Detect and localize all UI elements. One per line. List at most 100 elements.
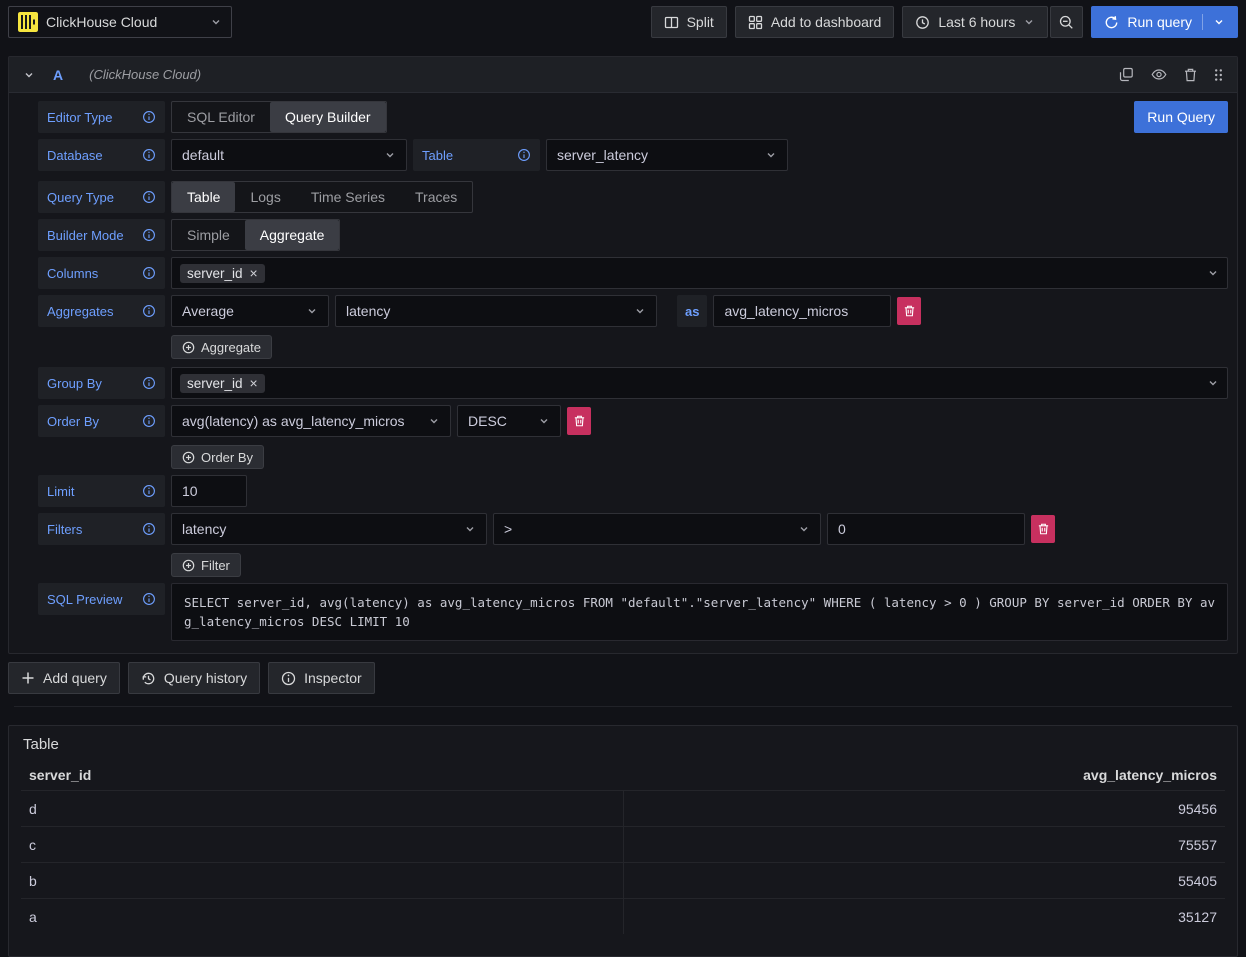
chevron-down-icon	[798, 523, 810, 535]
filter-field-select[interactable]: latency	[171, 513, 487, 545]
chevron-down-icon	[1023, 16, 1035, 28]
limit-input[interactable]: 10	[171, 475, 247, 507]
columns-chip-server-id[interactable]: server_id ×	[180, 264, 265, 283]
database-table-row: Database default Table server_latency	[38, 139, 1228, 171]
pane-divider	[14, 706, 1232, 707]
filters-row: Filters latency > 0	[38, 513, 1228, 545]
info-icon	[142, 110, 156, 124]
editor-run-query-button[interactable]: Run Query	[1134, 101, 1228, 133]
history-icon	[141, 671, 156, 686]
cell-server-id: a	[21, 899, 624, 934]
clock-icon	[915, 15, 930, 30]
info-icon	[142, 592, 156, 606]
chevron-down-icon	[634, 305, 646, 317]
table-select[interactable]: server_latency	[546, 139, 788, 171]
trash-icon	[1038, 523, 1049, 535]
collapse-chevron-icon[interactable]	[23, 69, 35, 81]
filter-operator-select[interactable]: >	[493, 513, 821, 545]
cell-avg-latency: 35127	[624, 899, 1226, 934]
group-by-chip-server-id[interactable]: server_id ×	[180, 374, 265, 393]
zoom-out-time-button[interactable]	[1050, 6, 1083, 38]
editor-type-option-sql-editor[interactable]: SQL Editor	[172, 102, 270, 132]
aggregate-alias-input[interactable]: avg_latency_micros	[713, 295, 891, 327]
split-icon	[664, 15, 679, 30]
remove-filter-button[interactable]	[1031, 515, 1055, 543]
query-header-actions	[1119, 67, 1223, 82]
sync-icon	[1104, 15, 1119, 30]
aggregates-row: Aggregates Average latency as avg_latenc…	[38, 295, 1228, 327]
editor-type-label: Editor Type	[38, 101, 165, 133]
query-ref-id: A	[53, 67, 63, 83]
chevron-down-icon	[1207, 267, 1219, 279]
query-editor-header: A (ClickHouse Cloud)	[9, 57, 1237, 93]
drag-handle-icon[interactable]	[1214, 68, 1223, 82]
builder-mode-radio-group: Simple Aggregate	[171, 219, 340, 251]
split-label: Split	[687, 14, 714, 30]
group-by-row: Group By server_id ×	[38, 367, 1228, 399]
aggregate-column-select[interactable]: latency	[335, 295, 657, 327]
info-icon	[142, 228, 156, 242]
chip-remove-icon[interactable]: ×	[250, 376, 258, 390]
info-icon	[142, 266, 156, 280]
add-order-by-button[interactable]: Order By	[171, 445, 264, 469]
table-row: d 95456	[21, 790, 1225, 826]
delete-query-trash-icon[interactable]	[1184, 68, 1197, 82]
database-select[interactable]: default	[171, 139, 407, 171]
query-type-row: Query Type Table Logs Time Series Traces	[38, 181, 1228, 213]
cell-avg-latency: 95456	[624, 791, 1226, 826]
builder-mode-option-simple[interactable]: Simple	[172, 220, 245, 250]
editor-type-radio-group: SQL Editor Query Builder	[171, 101, 387, 133]
sql-preview-text: SELECT server_id, avg(latency) as avg_la…	[171, 583, 1228, 641]
query-type-option-table[interactable]: Table	[172, 182, 235, 212]
toolbar-actions: Split Add to dashboard Last 6 hours Run …	[651, 6, 1238, 38]
query-history-button[interactable]: Query history	[128, 662, 260, 694]
column-header-server-id[interactable]: server_id	[21, 767, 623, 783]
add-to-dashboard-button[interactable]: Add to dashboard	[735, 6, 895, 38]
time-range-button[interactable]: Last 6 hours	[902, 6, 1048, 38]
time-picker-group: Last 6 hours	[902, 6, 1083, 38]
query-type-option-time-series[interactable]: Time Series	[296, 182, 400, 212]
run-query-button[interactable]: Run query	[1091, 6, 1238, 38]
add-order-by-row: Order By	[38, 445, 1228, 469]
duplicate-query-icon[interactable]	[1119, 67, 1134, 82]
order-by-field-select[interactable]: avg(latency) as avg_latency_micros	[171, 405, 451, 437]
info-icon	[142, 148, 156, 162]
datasource-picker[interactable]: ClickHouse Cloud	[8, 6, 232, 38]
filter-value-input[interactable]: 0	[827, 513, 1025, 545]
plus-circle-icon	[182, 341, 195, 354]
toggle-visibility-eye-icon[interactable]	[1151, 68, 1167, 81]
columns-multiselect[interactable]: server_id ×	[171, 257, 1228, 289]
editor-type-option-query-builder[interactable]: Query Builder	[270, 102, 386, 132]
chip-remove-icon[interactable]: ×	[250, 266, 258, 280]
table-result-panel: Table server_id avg_latency_micros d 954…	[8, 725, 1238, 957]
add-aggregate-button[interactable]: Aggregate	[171, 335, 272, 359]
trash-icon	[904, 305, 915, 317]
builder-mode-option-aggregate[interactable]: Aggregate	[245, 220, 340, 250]
add-query-button[interactable]: Add query	[8, 662, 120, 694]
columns-row: Columns server_id ×	[38, 257, 1228, 289]
cell-avg-latency: 55405	[624, 863, 1226, 898]
query-editor-card: A (ClickHouse Cloud)	[8, 56, 1238, 654]
info-icon	[142, 376, 156, 390]
datasource-name: ClickHouse Cloud	[46, 14, 202, 30]
column-header-avg-latency-micros[interactable]: avg_latency_micros	[623, 767, 1225, 783]
info-icon	[142, 304, 156, 318]
group-by-multiselect[interactable]: server_id ×	[171, 367, 1228, 399]
split-button[interactable]: Split	[651, 6, 727, 38]
columns-label: Columns	[38, 257, 165, 289]
info-icon	[142, 414, 156, 428]
chevron-down-icon[interactable]	[1213, 16, 1225, 28]
query-type-option-traces[interactable]: Traces	[400, 182, 472, 212]
remove-aggregate-button[interactable]	[897, 297, 921, 325]
table-header-row: server_id avg_latency_micros	[21, 767, 1225, 790]
order-by-direction-select[interactable]: DESC	[457, 405, 561, 437]
inspector-button[interactable]: Inspector	[268, 662, 375, 694]
add-filter-button[interactable]: Filter	[171, 553, 241, 577]
query-type-option-logs[interactable]: Logs	[235, 182, 295, 212]
info-icon	[142, 522, 156, 536]
plus-circle-icon	[182, 559, 195, 572]
as-keyword-label: as	[677, 295, 707, 327]
aggregate-function-select[interactable]: Average	[171, 295, 329, 327]
chevron-down-icon	[384, 149, 396, 161]
remove-order-by-button[interactable]	[567, 407, 591, 435]
